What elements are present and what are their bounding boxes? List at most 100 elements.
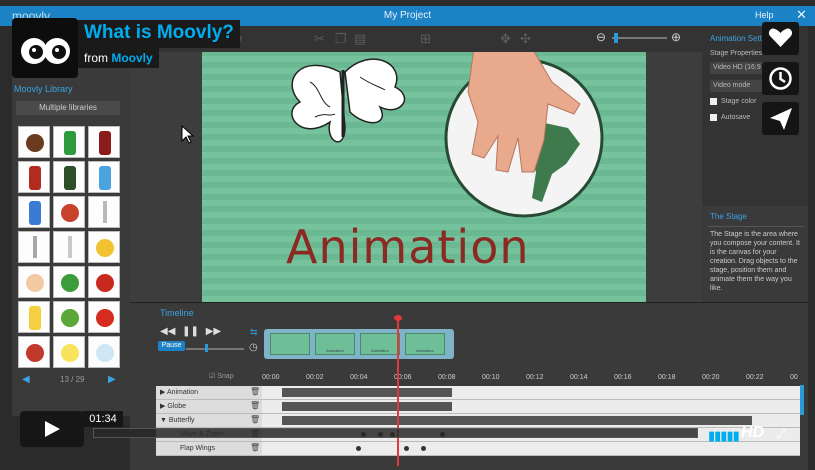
zoom-out-icon[interactable]: ⊖ [596,30,606,44]
library-item-fork[interactable] [18,231,50,263]
trash-icon[interactable]: 🗑 [250,401,260,410]
keyframe[interactable] [421,446,426,451]
clock-icon[interactable]: ◷ [249,342,258,353]
lettuce-icon [61,274,79,292]
zoom-in-icon[interactable]: ⊕ [671,30,681,44]
loop-icon[interactable]: ⇆ [250,327,258,338]
track-clip[interactable] [282,402,452,411]
play-icon [45,421,60,437]
hd-toggle[interactable]: HD [741,424,764,442]
stage-color-checkbox[interactable] [710,98,717,105]
scene-thumbnail[interactable]: Animation [405,333,445,355]
library-item-light-bulb[interactable] [53,336,85,368]
zoom-slider-handle[interactable] [614,33,618,43]
fullscreen-icon[interactable]: ⤢ [776,426,786,442]
play-button[interactable] [20,411,84,447]
ruler-tick-label: 00:12 [526,374,544,381]
watch-later-button[interactable] [762,62,799,95]
stage-properties-label: Stage Properties [710,50,763,57]
trash-icon[interactable]: 🗑 [250,415,260,424]
video-format-select[interactable]: Video HD (16:9 [710,62,766,74]
scene-thumbnail[interactable] [270,333,310,355]
pause-icon[interactable]: ❚❚ [182,326,199,337]
timeline-track[interactable]: ▼ Butterfly 🗑 [156,414,800,428]
egg-icon [26,274,44,292]
move-icon[interactable]: ✥ [500,31,511,47]
tomato-soup-icon [61,204,79,222]
library-item-milk-carton[interactable] [18,196,50,228]
library-item-tomato-soup[interactable] [53,196,85,228]
prev-page-icon[interactable]: ◀ [22,374,30,385]
keyframe[interactable] [356,446,361,451]
zoom-slider[interactable] [612,37,667,39]
library-item-coffee-cup[interactable] [18,126,50,158]
playhead[interactable] [397,316,399,466]
library-item-dove[interactable] [88,336,120,368]
library-item-banana[interactable] [18,301,50,333]
pause-button[interactable]: Pause [158,341,185,351]
autosave-checkbox[interactable] [710,114,717,121]
timeline-title: Timeline [160,308,194,318]
red-pepper-icon [26,344,44,362]
green-can-icon [64,131,76,155]
channel-avatar[interactable] [12,18,78,78]
timeline-ruler[interactable]: 00:00 00:02 00:04 00:06 00:08 00:10 00:12 00:14… [262,373,802,385]
cut-icon[interactable]: ✂ [314,31,325,47]
spoon-icon [103,201,107,223]
fast-forward-icon[interactable]: ▶▶ [206,326,221,337]
track-clip[interactable] [282,416,752,425]
scene-thumbnail[interactable]: Animation [315,333,355,355]
snap-label: Snap [217,373,234,380]
library-item-knife[interactable] [53,231,85,263]
library-item-wine-bottle[interactable] [53,161,85,193]
transform-icon[interactable]: ✣ [520,31,531,47]
library-item-water-bottle[interactable] [88,161,120,193]
library-select[interactable]: Multiple libraries [16,101,120,115]
next-page-icon[interactable]: ▶ [108,374,116,385]
like-button[interactable] [762,22,799,55]
rewind-icon[interactable]: ◀◀ [160,326,175,337]
library-item-apple[interactable] [88,301,120,333]
library-item-green-can[interactable] [53,126,85,158]
stage-help-title: The Stage [710,212,747,221]
library-item-cheese[interactable] [88,231,120,263]
playback-controls: ◀◀ ❚❚ ▶▶ [160,326,221,337]
library-item-soda-bottle[interactable] [88,126,120,158]
clock-icon [769,67,792,90]
volume-icon[interactable]: ▮▮▮▮▮ [708,428,740,444]
send-icon [770,108,792,130]
library-item-ketchup-bottle[interactable] [18,161,50,193]
close-icon[interactable]: ✕ [796,7,807,23]
copy-icon[interactable]: ❐ [335,31,347,47]
paste-icon[interactable]: ▤ [354,31,366,47]
track-clip[interactable] [282,388,452,397]
speed-slider-handle[interactable] [205,344,208,352]
byline-channel-link[interactable]: Moovly [111,51,152,65]
timeline-track[interactable]: ▶ Animation 🗑 [156,386,800,400]
speed-slider[interactable] [186,348,244,350]
autosave-label: Autosave [721,114,751,121]
video-title[interactable]: What is Moovly? [78,20,240,48]
video-progress-bar[interactable] [93,428,698,438]
library-item-tomato[interactable] [88,266,120,298]
timeline-track[interactable]: Flap Wings 🗑 [156,442,800,456]
library-item-spoon[interactable] [88,196,120,228]
video-mode-select[interactable]: Video mode [710,80,766,92]
library-item-lettuce[interactable] [53,266,85,298]
library-item-egg[interactable] [18,266,50,298]
stage-caption[interactable]: Animation [286,220,530,274]
snap-toggle[interactable]: ☑ Snap [209,372,234,380]
ruler-tick-label: 00:02 [306,374,324,381]
library-item-red-pepper[interactable] [18,336,50,368]
help-menu[interactable]: Help [755,10,774,20]
timeline-scrollbar[interactable] [800,385,804,415]
share-button[interactable] [762,102,799,135]
keyframe[interactable] [404,446,409,451]
library-item-salad[interactable] [53,301,85,333]
ruler-tick-label: 00:16 [614,374,632,381]
timeline-track[interactable]: ▶ Globe 🗑 [156,400,800,414]
align-icon[interactable]: ⊞ [420,31,431,47]
trash-icon[interactable]: 🗑 [250,443,260,452]
trash-icon[interactable]: 🗑 [250,387,260,396]
scene-thumbnail[interactable]: Animation [360,333,400,355]
